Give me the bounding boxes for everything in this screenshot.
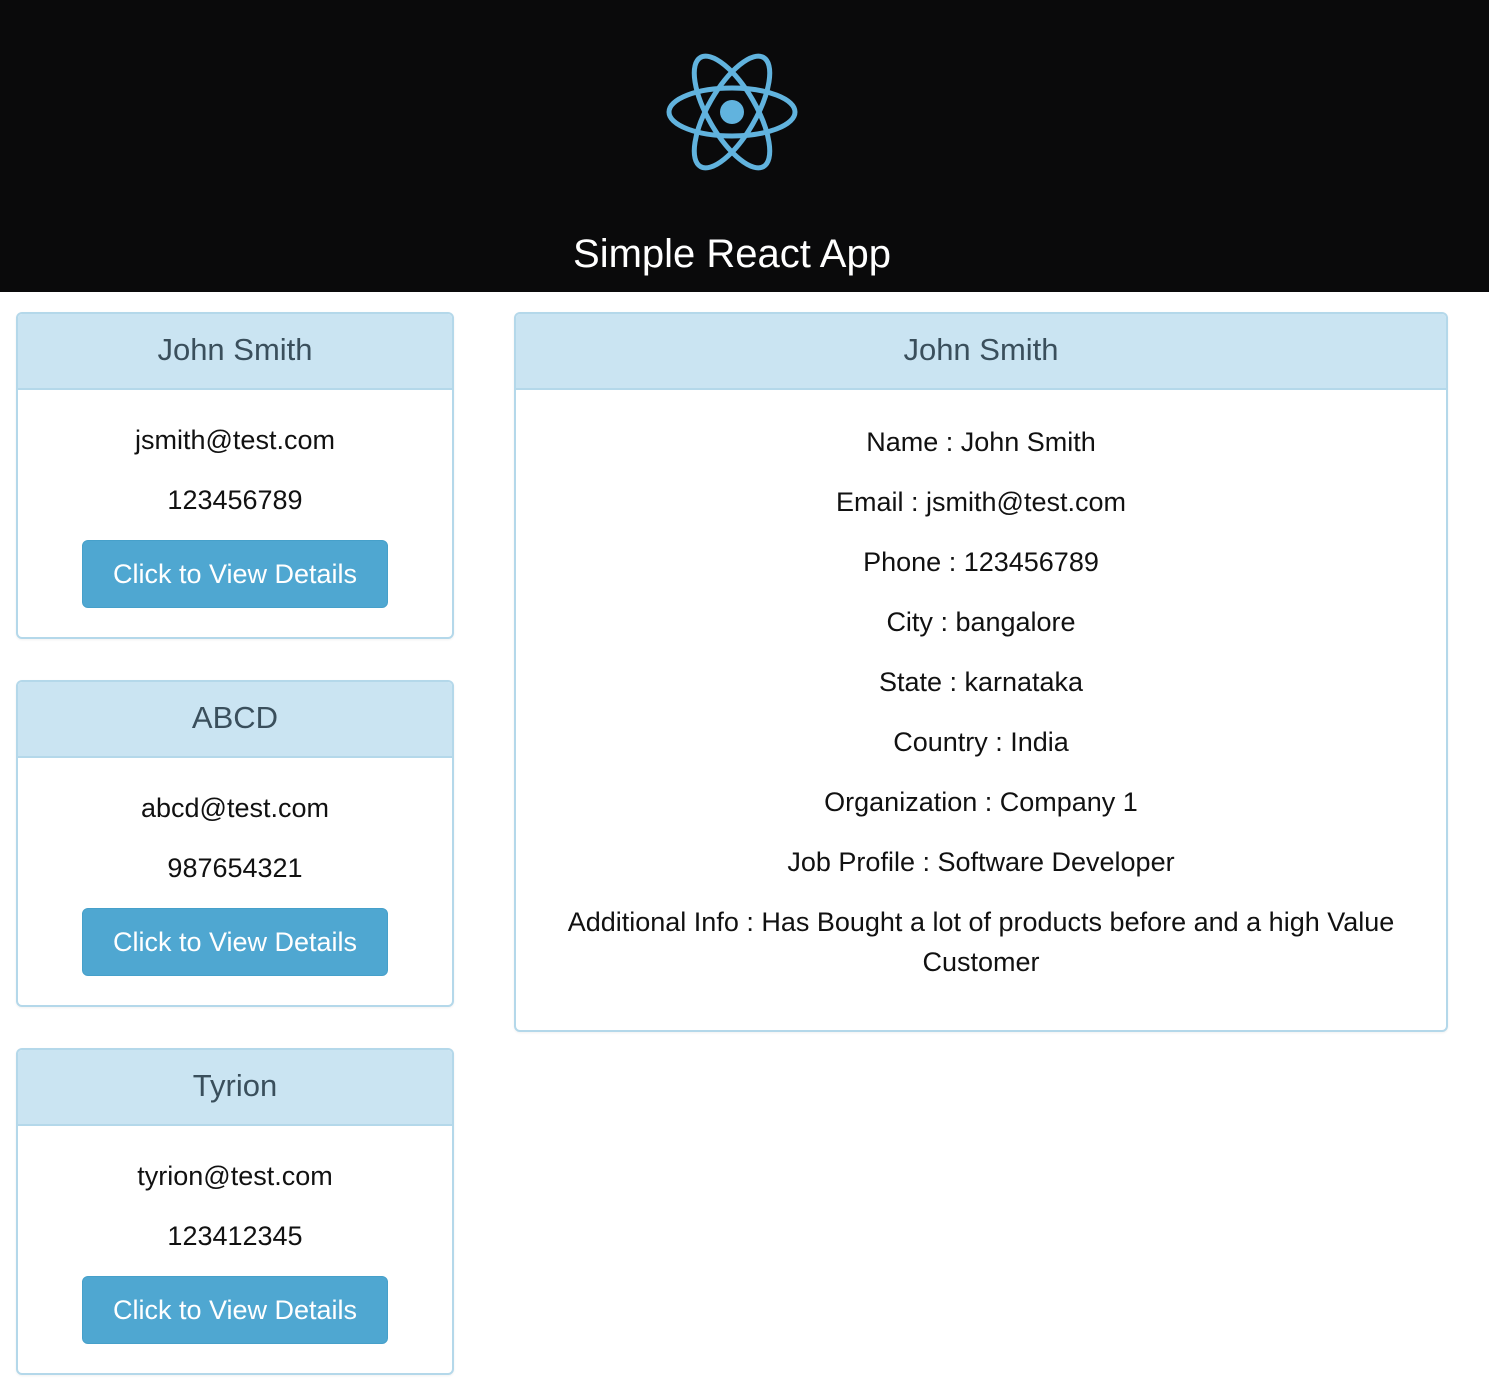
customer-card-heading: Tyrion: [18, 1050, 452, 1126]
details-heading: John Smith: [516, 314, 1446, 390]
detail-job-profile: Job Profile : Software Developer: [787, 847, 1175, 877]
customer-card-body: abcd@test.com 987654321 Click to View De…: [18, 792, 452, 976]
detail-country: Country : India: [893, 727, 1069, 757]
customer-name: John Smith: [157, 332, 313, 367]
customer-phone: 987654321: [167, 853, 303, 883]
customer-card: ABCD abcd@test.com 987654321 Click to Vi…: [16, 680, 454, 1007]
customer-card-body: tyrion@test.com 123412345 Click to View …: [18, 1160, 452, 1344]
details-body: Name : John Smith Email : jsmith@test.co…: [516, 390, 1446, 982]
detail-state: State : karnataka: [878, 667, 1084, 697]
page-title: Simple React App: [573, 232, 891, 276]
customer-details-panel: John Smith Name : John Smith Email : jsm…: [514, 312, 1448, 1032]
react-atom-icon: [666, 53, 798, 171]
detail-email: Email : jsmith@test.com: [836, 487, 1126, 517]
detail-city: City : bangalore: [886, 607, 1076, 637]
customer-name: Tyrion: [192, 1068, 278, 1103]
customer-card-body: jsmith@test.com 123456789 Click to View …: [18, 424, 452, 608]
details-customer-name: John Smith: [903, 332, 1059, 367]
customer-card-heading: ABCD: [18, 682, 452, 758]
customer-email: tyrion@test.com: [137, 1161, 333, 1191]
customer-phone: 123412345: [167, 1221, 303, 1251]
customer-card: Tyrion tyrion@test.com 123412345 Click t…: [16, 1048, 454, 1375]
customer-phone: 123456789: [167, 485, 303, 515]
customer-email: jsmith@test.com: [135, 425, 335, 455]
view-details-button[interactable]: Click to View Details: [82, 1276, 388, 1344]
customer-card: John Smith jsmith@test.com 123456789 Cli…: [16, 312, 454, 639]
detail-phone: Phone : 123456789: [863, 547, 1099, 577]
customer-email: abcd@test.com: [141, 793, 329, 823]
app-header: Simple React App: [0, 0, 1489, 292]
view-details-button[interactable]: Click to View Details: [82, 908, 388, 976]
customer-name: ABCD: [191, 700, 279, 735]
customer-card-heading: John Smith: [18, 314, 452, 390]
detail-name: Name : John Smith: [866, 427, 1096, 457]
view-details-button[interactable]: Click to View Details: [82, 540, 388, 608]
detail-organization: Organization : Company 1: [824, 787, 1138, 817]
detail-additional-info: Additional Info : Has Bought a lot of pr…: [567, 907, 1395, 977]
